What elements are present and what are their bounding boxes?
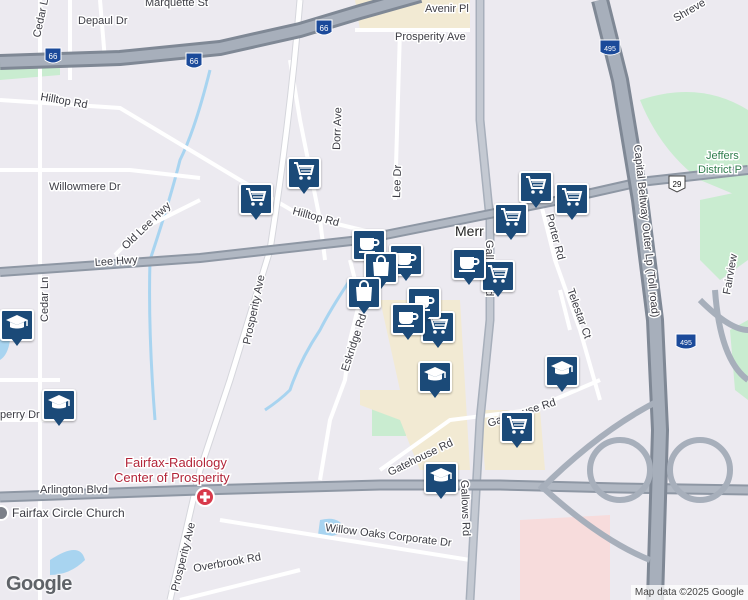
school-icon bbox=[550, 358, 574, 385]
place-label-merrifield: Merr bbox=[455, 223, 484, 239]
road-label-dorr: Dorr Ave bbox=[331, 107, 344, 150]
road-label-perry: perry Dr bbox=[0, 409, 40, 421]
hospital-marker-icon[interactable] bbox=[195, 487, 215, 507]
cart-icon bbox=[499, 206, 523, 233]
svg-text:66: 66 bbox=[49, 52, 58, 61]
cart-icon bbox=[244, 186, 268, 213]
cart-icon bbox=[560, 186, 584, 213]
road-label-cedar: Cedar Ln bbox=[39, 277, 51, 322]
highway-shield-495: 495 bbox=[599, 39, 621, 56]
poi-pin[interactable] bbox=[500, 411, 534, 451]
poi-pin[interactable] bbox=[481, 260, 515, 300]
bag-icon bbox=[352, 279, 376, 307]
highway-shield-495: 495 bbox=[675, 333, 697, 350]
school-icon bbox=[429, 465, 453, 492]
school-icon bbox=[423, 364, 447, 391]
road-label-gallows: Gallows Rd bbox=[458, 480, 472, 537]
road-label-lee-dr: Lee Dr bbox=[391, 164, 404, 198]
coffee-icon bbox=[457, 251, 481, 278]
church-marker-icon[interactable] bbox=[0, 505, 9, 521]
place-label-church: Fairfax Circle Church bbox=[12, 506, 125, 520]
place-label-jefferson: Jeffers bbox=[706, 150, 739, 162]
place-label-radiology: Center of Prosperity bbox=[114, 470, 230, 485]
school-icon bbox=[5, 312, 29, 339]
svg-text:66: 66 bbox=[320, 24, 329, 33]
highway-shield-66: 66 bbox=[44, 47, 62, 64]
cart-icon bbox=[486, 263, 510, 290]
coffee-icon bbox=[396, 306, 420, 333]
road-label-prosperity-ave: Prosperity Ave bbox=[395, 31, 466, 43]
cart-icon bbox=[292, 160, 316, 187]
place-label-jefferson: District P bbox=[698, 164, 742, 176]
road-label-willowmere: Willowmere Dr bbox=[49, 181, 121, 193]
place-label-radiology: Fairfax-Radiology bbox=[125, 455, 227, 470]
poi-pin[interactable] bbox=[239, 183, 273, 223]
svg-text:495: 495 bbox=[680, 340, 692, 347]
highway-shield-66: 66 bbox=[315, 19, 333, 36]
svg-text:495: 495 bbox=[604, 46, 616, 53]
poi-pin[interactable] bbox=[555, 183, 589, 223]
poi-pin[interactable] bbox=[0, 309, 34, 349]
road-label-marquette: Marquette St bbox=[145, 0, 208, 9]
poi-pin[interactable] bbox=[391, 303, 425, 343]
cart-icon bbox=[524, 174, 548, 201]
poi-pin[interactable] bbox=[287, 157, 321, 197]
map-attribution[interactable]: Map data ©2025 Google bbox=[630, 585, 748, 600]
poi-pin[interactable] bbox=[418, 361, 452, 401]
poi-pin[interactable] bbox=[452, 248, 486, 288]
highway-shield-66: 66 bbox=[185, 52, 203, 69]
highway-shield-29: 29 bbox=[668, 175, 686, 193]
road-label-arlington: Arlington Blvd bbox=[40, 484, 108, 496]
poi-pin[interactable] bbox=[347, 277, 381, 317]
cart-icon bbox=[505, 414, 529, 441]
google-logo: Google bbox=[6, 573, 72, 595]
road-label-avenir: Avenir Pl bbox=[425, 3, 469, 15]
svg-text:66: 66 bbox=[190, 57, 199, 66]
school-icon bbox=[47, 392, 71, 419]
svg-text:29: 29 bbox=[673, 180, 682, 189]
road-label-depaul: Depaul Dr bbox=[78, 15, 128, 27]
poi-pin[interactable] bbox=[424, 462, 458, 502]
poi-pin[interactable] bbox=[494, 203, 528, 243]
poi-pin[interactable] bbox=[545, 355, 579, 395]
poi-pin[interactable] bbox=[42, 389, 76, 429]
